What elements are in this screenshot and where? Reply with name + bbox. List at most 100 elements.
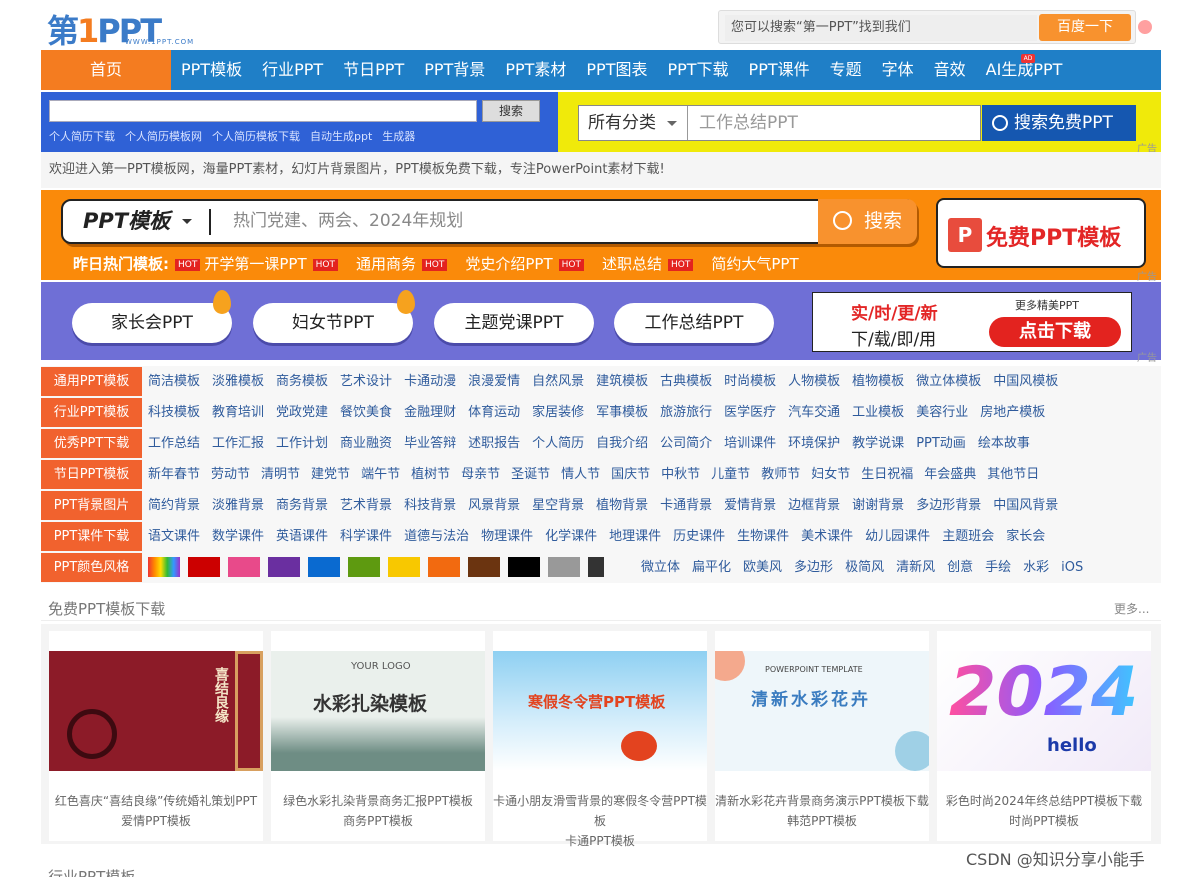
template-search-button[interactable]: 搜索	[818, 199, 917, 244]
template-type-select[interactable]: PPT模板	[83, 201, 193, 242]
category-label[interactable]: PPT背景图片	[41, 491, 142, 520]
resume-hint-link[interactable]: 个人简历模板网	[125, 128, 202, 144]
topic-pill[interactable]: 妇女节PPT	[253, 303, 413, 343]
category-link[interactable]: 商业融资	[340, 428, 392, 459]
category-link[interactable]: 创意	[947, 552, 973, 583]
more-link[interactable]: 更多...	[1114, 600, 1149, 617]
category-link[interactable]: 中国风背景	[993, 490, 1058, 521]
nav-item[interactable]: PPT素材	[495, 50, 576, 90]
category-select[interactable]: 所有分类	[579, 106, 688, 140]
category-link[interactable]: 儿童节	[711, 459, 750, 490]
category-link[interactable]: 房地产模板	[980, 397, 1045, 428]
nav-home[interactable]: 首页	[41, 50, 171, 90]
hot-template-link[interactable]: 述职总结 HOT	[602, 253, 694, 274]
category-link[interactable]: 植物模板	[852, 366, 904, 397]
nav-item[interactable]: PPT背景	[414, 50, 495, 90]
nav-item[interactable]: PPT课件	[739, 50, 820, 90]
category-link[interactable]: 科学课件	[340, 521, 392, 552]
category-link[interactable]: 简洁模板	[148, 366, 200, 397]
color-swatch[interactable]	[348, 557, 380, 577]
category-link[interactable]: 体育运动	[468, 397, 520, 428]
category-link[interactable]: 新年春节	[148, 459, 200, 490]
nav-item[interactable]: 行业PPT	[252, 50, 333, 90]
site-logo[interactable]: 第1PPT WWW.1PPT.COM	[47, 6, 217, 50]
category-link[interactable]: 简约背景	[148, 490, 200, 521]
free-template-banner[interactable]: P 免费PPT模板	[936, 198, 1146, 268]
template-card[interactable]: 2024 hello 彩色时尚2024年终总结PPT模板下载 时尚PPT模板	[937, 631, 1151, 841]
category-link[interactable]: 述职报告	[468, 428, 520, 459]
color-swatch[interactable]	[388, 557, 420, 577]
category-link[interactable]: 历史课件	[673, 521, 725, 552]
category-link[interactable]: 其他节日	[987, 459, 1039, 490]
color-swatch[interactable]	[268, 557, 300, 577]
category-link[interactable]: 幼儿园课件	[865, 521, 930, 552]
category-link[interactable]: 微立体	[641, 552, 680, 583]
category-link[interactable]: 自然风景	[532, 366, 584, 397]
category-link[interactable]: 工作计划	[276, 428, 328, 459]
category-link[interactable]: 汽车交通	[788, 397, 840, 428]
category-link[interactable]: 卡通动漫	[404, 366, 456, 397]
category-link[interactable]: 端午节	[361, 459, 400, 490]
category-link[interactable]: 建党节	[311, 459, 350, 490]
category-link[interactable]: 绘本故事	[978, 428, 1030, 459]
category-link[interactable]: 劳动节	[211, 459, 250, 490]
category-link[interactable]: 个人简历	[532, 428, 584, 459]
resume-hint-link[interactable]: 生成器	[382, 128, 415, 144]
category-link[interactable]: iOS	[1061, 552, 1083, 583]
template-card[interactable]: POWERPOINT TEMPLATE 清新水彩花卉 清新水彩花卉背景商务演示P…	[715, 631, 929, 841]
category-link[interactable]: 欧美风	[743, 552, 782, 583]
color-swatch[interactable]	[308, 557, 340, 577]
category-link[interactable]: 爱情背景	[724, 490, 776, 521]
resume-hint-link[interactable]: 个人简历模板下载	[212, 128, 300, 144]
category-link[interactable]: 培训课件	[724, 428, 776, 459]
category-label[interactable]: 行业PPT模板	[41, 398, 142, 427]
category-link[interactable]: 扁平化	[692, 552, 731, 583]
category-link[interactable]: 数学课件	[212, 521, 264, 552]
download-ad[interactable]: 实/时/更/新 下/载/即/用 更多精美PPT 点击下载	[812, 292, 1132, 352]
nav-item[interactable]: PPT下载	[657, 50, 738, 90]
category-label[interactable]: 优秀PPT下载	[41, 429, 142, 458]
category-link[interactable]: 植物背景	[596, 490, 648, 521]
hot-template-link[interactable]: 通用商务 HOT	[356, 253, 448, 274]
category-link[interactable]: 古典模板	[660, 366, 712, 397]
category-link[interactable]: 公司简介	[660, 428, 712, 459]
category-link[interactable]: 浪漫爱情	[468, 366, 520, 397]
category-link[interactable]: 植树节	[411, 459, 450, 490]
category-link[interactable]: 美容行业	[916, 397, 968, 428]
ppt-search-input[interactable]: 工作总结PPT	[699, 106, 798, 140]
nav-item[interactable]: PPT模板	[171, 50, 252, 90]
category-link[interactable]: 情人节	[561, 459, 600, 490]
nav-item[interactable]: 音效	[924, 50, 976, 90]
category-link[interactable]: 商务模板	[276, 366, 328, 397]
category-link[interactable]: 物理课件	[481, 521, 533, 552]
color-swatch[interactable]	[188, 557, 220, 577]
category-link[interactable]: 语文课件	[148, 521, 200, 552]
hot-template-link[interactable]: 简约大气PPT	[711, 253, 798, 274]
category-link[interactable]: 主题班会	[942, 521, 994, 552]
category-link[interactable]: 道德与法治	[404, 521, 469, 552]
category-link[interactable]: 化学课件	[545, 521, 597, 552]
category-link[interactable]: 工作总结	[148, 428, 200, 459]
category-link[interactable]: 水彩	[1023, 552, 1049, 583]
category-label[interactable]: PPT颜色风格	[41, 553, 142, 582]
color-swatch[interactable]	[548, 557, 580, 577]
category-link[interactable]: 教育培训	[212, 397, 264, 428]
category-link[interactable]: PPT动画	[916, 428, 966, 459]
template-card[interactable]: 喜结良缘 红色喜庆“喜结良缘”传统婚礼策划PPT 爱情PPT模板	[49, 631, 263, 841]
category-link[interactable]: 家居装修	[532, 397, 584, 428]
category-link[interactable]: 国庆节	[611, 459, 650, 490]
category-link[interactable]: 环境保护	[788, 428, 840, 459]
category-link[interactable]: 母亲节	[461, 459, 500, 490]
category-link[interactable]: 美术课件	[801, 521, 853, 552]
color-swatch[interactable]	[588, 557, 604, 577]
baidu-search-input[interactable]: 您可以搜索“第一PPT”找到我们	[725, 15, 1037, 41]
category-link[interactable]: 人物模板	[788, 366, 840, 397]
category-link[interactable]: 中秋节	[661, 459, 700, 490]
hot-template-link[interactable]: 开学第一课PPT HOT	[204, 253, 338, 274]
category-link[interactable]: 极简风	[845, 552, 884, 583]
category-link[interactable]: 边框背景	[788, 490, 840, 521]
category-link[interactable]: 金融理财	[404, 397, 456, 428]
template-card[interactable]: YOUR LOGO 水彩扎染模板 绿色水彩扎染背景商务汇报PPT模板 商务PPT模…	[271, 631, 485, 841]
download-button[interactable]: 点击下载	[989, 317, 1121, 347]
nav-item[interactable]: 专题	[820, 50, 872, 90]
